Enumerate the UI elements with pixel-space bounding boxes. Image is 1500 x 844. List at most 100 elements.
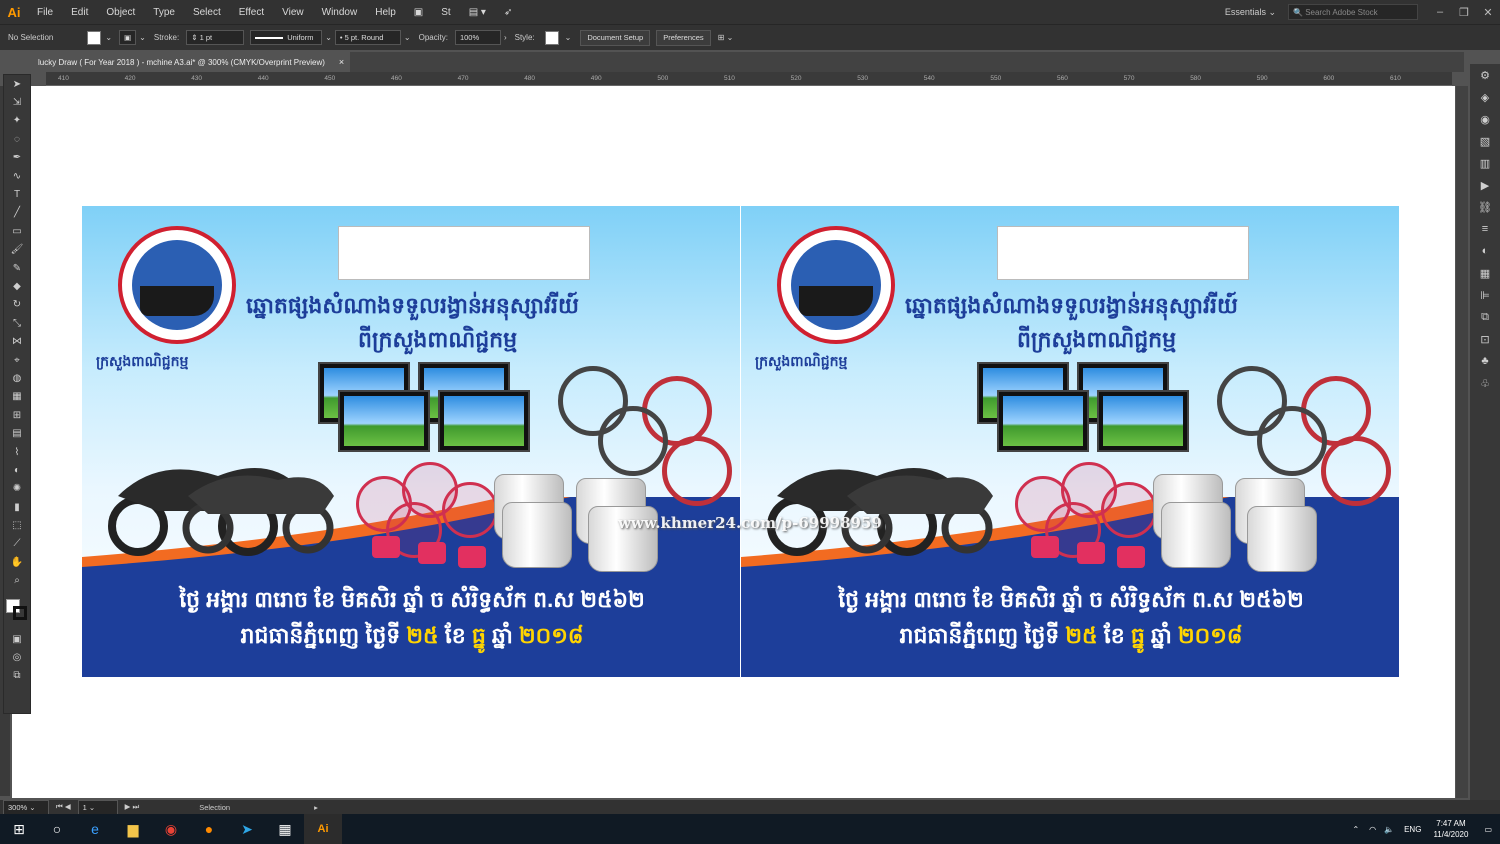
menu-file[interactable]: File bbox=[28, 7, 62, 18]
workspace-switcher[interactable]: Essentials ⌄ bbox=[1225, 7, 1276, 18]
chevron-down-icon[interactable]: ⌄ bbox=[139, 33, 146, 42]
paintbrush-tool-icon[interactable]: 🖌 bbox=[4, 241, 30, 259]
actions-panel-icon[interactable]: ▶ bbox=[1470, 174, 1500, 196]
firefox-icon[interactable]: ● bbox=[190, 814, 228, 844]
brushes-panel-icon[interactable]: ♣ bbox=[1470, 350, 1500, 372]
stroke-profile-select[interactable]: Uniform bbox=[250, 30, 323, 45]
fill-swatch[interactable] bbox=[87, 30, 102, 45]
document-tab[interactable]: lucky Draw ( For Year 2018 ) - mchine A3… bbox=[32, 52, 351, 72]
draw-mode-icon[interactable]: ◎ bbox=[4, 648, 30, 666]
align-panel-icon[interactable]: ⊫ bbox=[1470, 284, 1500, 306]
close-icon[interactable]: ✕ bbox=[1476, 6, 1500, 19]
magic-wand-tool-icon[interactable]: ✦ bbox=[4, 112, 30, 130]
network-icon[interactable]: ◠ bbox=[1369, 825, 1376, 834]
arrange-icon[interactable]: ⊞ ⌄ bbox=[718, 33, 734, 42]
blend-tool-icon[interactable]: ◐ bbox=[4, 461, 30, 479]
hand-tool-icon[interactable]: ✋ bbox=[4, 553, 30, 571]
eraser-tool-icon[interactable]: ◆ bbox=[4, 277, 30, 295]
slice-tool-icon[interactable]: ⟋ bbox=[4, 535, 30, 553]
layers-panel-icon[interactable]: ◈ bbox=[1470, 86, 1500, 108]
chevron-down-icon[interactable]: ⌄ bbox=[325, 33, 332, 42]
status-menu-icon[interactable]: ▸ bbox=[314, 803, 318, 812]
chrome-icon[interactable]: ◉ bbox=[152, 814, 190, 844]
calculator-icon[interactable]: ▦ bbox=[266, 814, 304, 844]
fill-stroke-swatch-icon[interactable] bbox=[4, 590, 30, 630]
stroke-weight-input[interactable]: ⇕ 1 pt bbox=[186, 30, 245, 45]
stroke-panel-icon[interactable]: ≡ bbox=[1470, 218, 1500, 240]
banner-right[interactable]: ក្រសួងពាណិជ្ជកម្ម ឆ្នោតផ្សងសំណាងទទួលរង្វ… bbox=[741, 206, 1399, 677]
artboard-canvas[interactable]: ក្រសួងពាណិជ្ជកម្ម ឆ្នោតផ្សងសំណាងទទួលរង្វ… bbox=[12, 86, 1455, 798]
telegram-icon[interactable]: ➤ bbox=[228, 814, 266, 844]
notifications-icon[interactable]: ▭ bbox=[1484, 825, 1492, 834]
preferences-button[interactable]: Preferences bbox=[656, 29, 711, 46]
zoom-tool-icon[interactable]: ⌕ bbox=[4, 572, 30, 590]
search-icon[interactable]: ○ bbox=[38, 814, 76, 844]
style-swatch[interactable] bbox=[544, 30, 559, 45]
first-artboard-icon[interactable]: ⏮ ◀ bbox=[56, 802, 71, 812]
pathfinder-panel-icon[interactable]: ⧉ bbox=[1470, 306, 1500, 328]
menu-effect[interactable]: Effect bbox=[230, 7, 273, 18]
menu-select[interactable]: Select bbox=[184, 7, 230, 18]
pen-tool-icon[interactable]: ✒ bbox=[4, 149, 30, 167]
stroke-swatch[interactable]: ▣ bbox=[119, 30, 137, 45]
color-mode-icon[interactable]: ▣ bbox=[4, 630, 30, 648]
clock[interactable]: 7:47 AM 11/4/2020 bbox=[1433, 818, 1468, 840]
eyedropper-tool-icon[interactable]: ⌇ bbox=[4, 443, 30, 461]
shaper-tool-icon[interactable]: ✎ bbox=[4, 259, 30, 277]
chevron-right-icon[interactable]: › bbox=[504, 33, 507, 42]
links-panel-icon[interactable]: ⛓ bbox=[1470, 196, 1500, 218]
brush-select[interactable]: • 5 pt. Round bbox=[334, 30, 401, 45]
menu-view[interactable]: View bbox=[273, 7, 313, 18]
screen-mode-icon[interactable]: ⧉ bbox=[4, 667, 30, 685]
vertical-scrollbar[interactable] bbox=[1456, 86, 1468, 798]
gpu-rocket-icon[interactable]: ➶ bbox=[495, 7, 521, 18]
chevron-up-icon[interactable]: ⌃ bbox=[1352, 825, 1359, 834]
last-artboard-icon[interactable]: ▶ ⏭ bbox=[125, 802, 140, 812]
menu-edit[interactable]: Edit bbox=[62, 7, 97, 18]
file-explorer-icon[interactable]: ▆ bbox=[114, 814, 152, 844]
menu-object[interactable]: Object bbox=[97, 7, 144, 18]
menu-window[interactable]: Window bbox=[313, 7, 367, 18]
scale-tool-icon[interactable]: ⤡ bbox=[4, 314, 30, 332]
document-setup-button[interactable]: Document Setup bbox=[580, 29, 651, 46]
menu-help[interactable]: Help bbox=[366, 7, 405, 18]
minimize-icon[interactable]: – bbox=[1428, 6, 1452, 18]
symbols-panel-icon[interactable]: ♧ bbox=[1470, 372, 1500, 394]
zoom-select[interactable]: 300% ⌄ bbox=[3, 799, 49, 815]
free-transform-tool-icon[interactable]: ⌖ bbox=[4, 351, 30, 369]
selection-tool-icon[interactable]: ➤ bbox=[4, 75, 30, 93]
lasso-tool-icon[interactable]: ◌ bbox=[4, 130, 30, 148]
edge-icon[interactable]: e bbox=[76, 814, 114, 844]
transform-panel-icon[interactable]: ⊡ bbox=[1470, 328, 1500, 350]
rotate-tool-icon[interactable]: ↻ bbox=[4, 296, 30, 314]
curvature-tool-icon[interactable]: ∿ bbox=[4, 167, 30, 185]
mesh-tool-icon[interactable]: ⊞ bbox=[4, 406, 30, 424]
direct-selection-tool-icon[interactable]: ⇲ bbox=[4, 93, 30, 111]
perspective-grid-tool-icon[interactable]: ▦ bbox=[4, 388, 30, 406]
stock-icon[interactable]: St bbox=[432, 7, 459, 18]
language-indicator[interactable]: ENG bbox=[1404, 825, 1421, 834]
bridge-icon[interactable]: ▣ bbox=[405, 7, 432, 18]
close-tab-icon[interactable]: × bbox=[339, 57, 344, 67]
stock-search-input[interactable]: 🔍 Search Adobe Stock bbox=[1288, 4, 1418, 20]
type-tool-icon[interactable]: T bbox=[4, 185, 30, 203]
opacity-input[interactable]: 100% bbox=[454, 30, 501, 45]
shape-builder-tool-icon[interactable]: ◍ bbox=[4, 369, 30, 387]
windows-start-icon[interactable]: ⊞ bbox=[0, 814, 38, 844]
artboard-number-input[interactable]: 1 ⌄ bbox=[77, 799, 118, 815]
chevron-down-icon[interactable]: ⌄ bbox=[404, 33, 411, 42]
volume-icon[interactable]: 🔈 bbox=[1384, 825, 1394, 834]
width-tool-icon[interactable]: ⋈ bbox=[4, 332, 30, 350]
rectangle-tool-icon[interactable]: ▭ bbox=[4, 222, 30, 240]
arrange-documents-icon[interactable]: ▤ ▾ bbox=[460, 7, 495, 18]
graphic-styles-panel-icon[interactable]: ▦ bbox=[1470, 262, 1500, 284]
image-trace-panel-icon[interactable]: ▧ bbox=[1470, 130, 1500, 152]
column-graph-tool-icon[interactable]: ▮ bbox=[4, 498, 30, 516]
gradient-tool-icon[interactable]: ▤ bbox=[4, 424, 30, 442]
chevron-down-icon[interactable]: ⌄ bbox=[565, 33, 572, 42]
menu-type[interactable]: Type bbox=[144, 7, 184, 18]
horizontal-ruler[interactable]: 410 420 430 440 450 460 470 480 490 500 510 520 530 5… bbox=[46, 72, 1452, 86]
symbol-sprayer-tool-icon[interactable]: ✺ bbox=[4, 480, 30, 498]
color-panel-icon[interactable]: ▥ bbox=[1470, 152, 1500, 174]
chevron-down-icon[interactable]: ⌄ bbox=[105, 33, 112, 42]
